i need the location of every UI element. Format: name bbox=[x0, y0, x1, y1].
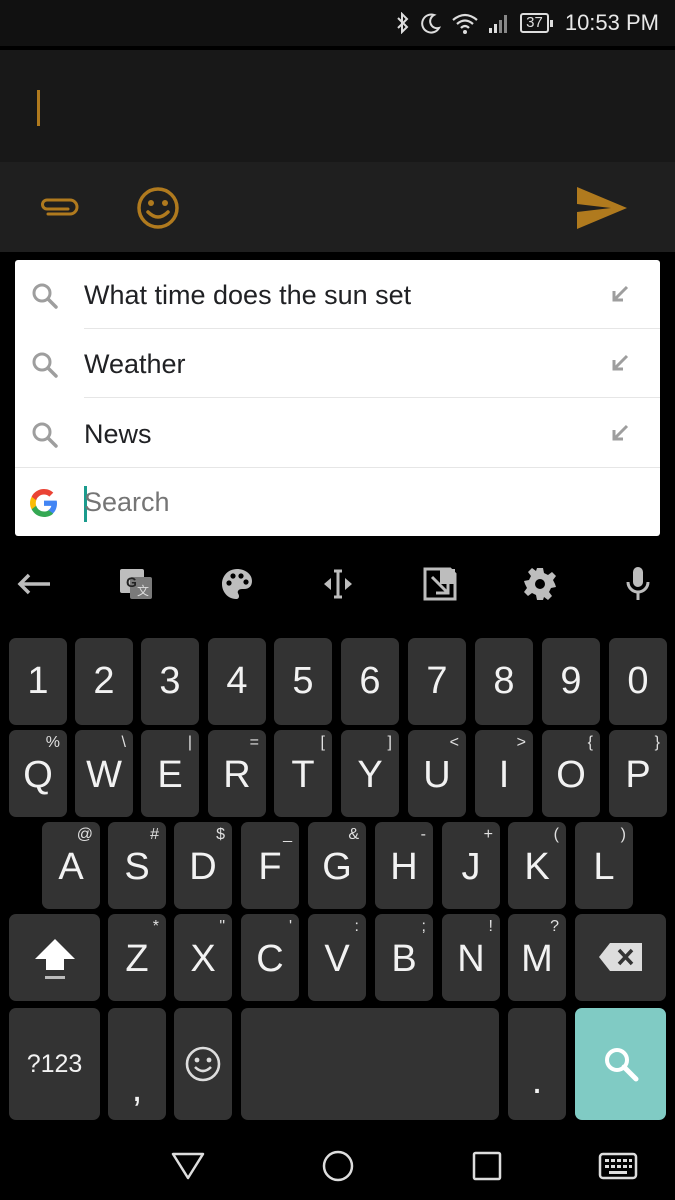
google-logo-icon bbox=[27, 486, 61, 525]
text-cursor bbox=[37, 90, 40, 126]
key-k[interactable]: (K bbox=[508, 822, 566, 909]
emoji-key[interactable] bbox=[174, 1008, 232, 1120]
message-compose-field[interactable] bbox=[0, 50, 675, 162]
svg-text:G: G bbox=[126, 574, 137, 590]
key-2[interactable]: 2 bbox=[75, 638, 133, 725]
translate-icon[interactable]: G文 bbox=[116, 564, 156, 604]
signal-strength-icon bbox=[488, 11, 510, 35]
suggestion-text: Weather bbox=[84, 349, 186, 379]
home-circle-icon[interactable] bbox=[318, 1146, 358, 1186]
recents-square-icon[interactable] bbox=[467, 1146, 507, 1186]
fill-query-arrow-icon[interactable] bbox=[610, 353, 630, 378]
shift-key[interactable] bbox=[9, 914, 100, 1001]
svg-text:文: 文 bbox=[137, 583, 149, 598]
shift-arrow-icon bbox=[33, 936, 77, 987]
key-b[interactable]: ; B bbox=[375, 914, 433, 1001]
key-p[interactable]: } P bbox=[609, 730, 667, 817]
key-8[interactable]: 8 bbox=[475, 638, 533, 725]
back-arrow-icon[interactable] bbox=[14, 564, 54, 604]
suggestion-text: What time does the sun set bbox=[84, 280, 412, 310]
search-icon bbox=[31, 282, 59, 315]
key-f[interactable]: _ F bbox=[241, 822, 299, 909]
search-icon bbox=[31, 421, 59, 454]
key-4[interactable]: 4 bbox=[208, 638, 266, 725]
key-h[interactable]: -H bbox=[375, 822, 433, 909]
key-d[interactable]: $ D bbox=[174, 822, 232, 909]
keyboard-switch-icon[interactable] bbox=[598, 1146, 638, 1186]
key-5[interactable]: 5 bbox=[274, 638, 332, 725]
key-o[interactable]: {O bbox=[542, 730, 600, 817]
suggestion-item[interactable]: Weather bbox=[15, 329, 660, 398]
key-z[interactable]: * Z bbox=[108, 914, 166, 1001]
key-i[interactable]: > I bbox=[475, 730, 533, 817]
key-7[interactable]: 7 bbox=[408, 638, 466, 725]
key-e[interactable]: | E bbox=[141, 730, 199, 817]
back-triangle-icon[interactable] bbox=[168, 1146, 208, 1186]
microphone-icon[interactable] bbox=[618, 564, 658, 604]
key-6[interactable]: 6 bbox=[341, 638, 399, 725]
key-r[interactable]: = R bbox=[208, 730, 266, 817]
do-not-disturb-moon-icon bbox=[420, 11, 442, 35]
backspace-icon bbox=[598, 942, 644, 977]
key-u[interactable]: < U bbox=[408, 730, 466, 817]
key-s[interactable]: # S bbox=[108, 822, 166, 909]
key-0[interactable]: 0 bbox=[609, 638, 667, 725]
cursor-control-icon[interactable] bbox=[318, 564, 358, 604]
send-icon[interactable] bbox=[574, 184, 630, 232]
settings-gear-icon[interactable] bbox=[520, 564, 560, 604]
key-9[interactable]: 9 bbox=[542, 638, 600, 725]
period-key[interactable]: . bbox=[508, 1008, 566, 1120]
key-j[interactable]: + J bbox=[442, 822, 500, 909]
search-key[interactable] bbox=[575, 1008, 666, 1120]
theme-palette-icon[interactable] bbox=[217, 564, 257, 604]
status-bar: 37 10:53 PM bbox=[0, 0, 675, 46]
key-g[interactable]: & G bbox=[308, 822, 366, 909]
google-search-bar bbox=[15, 468, 660, 536]
backspace-key[interactable] bbox=[575, 914, 666, 1001]
bluetooth-icon bbox=[396, 11, 410, 35]
navigation-bar bbox=[0, 1128, 675, 1200]
search-suggestions-panel: What time does the sun set Weather News bbox=[15, 260, 660, 536]
space-key[interactable] bbox=[241, 1008, 499, 1120]
key-3[interactable]: 3 bbox=[141, 638, 199, 725]
emoji-icon bbox=[184, 1045, 222, 1088]
key-t[interactable]: [T bbox=[274, 730, 332, 817]
fill-query-arrow-icon[interactable] bbox=[610, 423, 630, 448]
fill-query-arrow-icon[interactable] bbox=[610, 284, 630, 309]
attachment-icon[interactable] bbox=[36, 184, 84, 232]
key-l[interactable]: ) L bbox=[575, 822, 633, 909]
one-handed-mode-icon[interactable] bbox=[420, 564, 460, 604]
status-time: 10:53 PM bbox=[564, 10, 659, 35]
compose-toolbar bbox=[0, 162, 675, 252]
symbols-key[interactable]: ?123 bbox=[9, 1008, 100, 1120]
key-m[interactable]: ? M bbox=[508, 914, 566, 1001]
key-w[interactable]: \ W bbox=[75, 730, 133, 817]
keyboard-toolbar: G文 bbox=[0, 548, 675, 620]
search-icon bbox=[31, 351, 59, 384]
suggestion-item[interactable]: News bbox=[15, 399, 660, 468]
suggestion-item[interactable]: What time does the sun set bbox=[15, 260, 660, 329]
wifi-icon bbox=[452, 11, 478, 35]
key-x[interactable]: " X bbox=[174, 914, 232, 1001]
search-input[interactable] bbox=[84, 480, 604, 524]
key-c[interactable]: ' C bbox=[241, 914, 299, 1001]
key-a[interactable]: @ A bbox=[42, 822, 100, 909]
key-n[interactable]: ! N bbox=[442, 914, 500, 1001]
suggestion-text: News bbox=[84, 419, 152, 449]
key-v[interactable]: :V bbox=[308, 914, 366, 1001]
divider bbox=[84, 397, 660, 398]
search-icon bbox=[603, 1046, 639, 1087]
key-1[interactable]: 1 bbox=[9, 638, 67, 725]
key-y[interactable]: ] Y bbox=[341, 730, 399, 817]
emoji-icon[interactable] bbox=[134, 184, 182, 232]
key-q[interactable]: % Q bbox=[9, 730, 67, 817]
comma-key[interactable]: , bbox=[108, 1008, 166, 1120]
battery-indicator: 37 bbox=[520, 13, 553, 33]
